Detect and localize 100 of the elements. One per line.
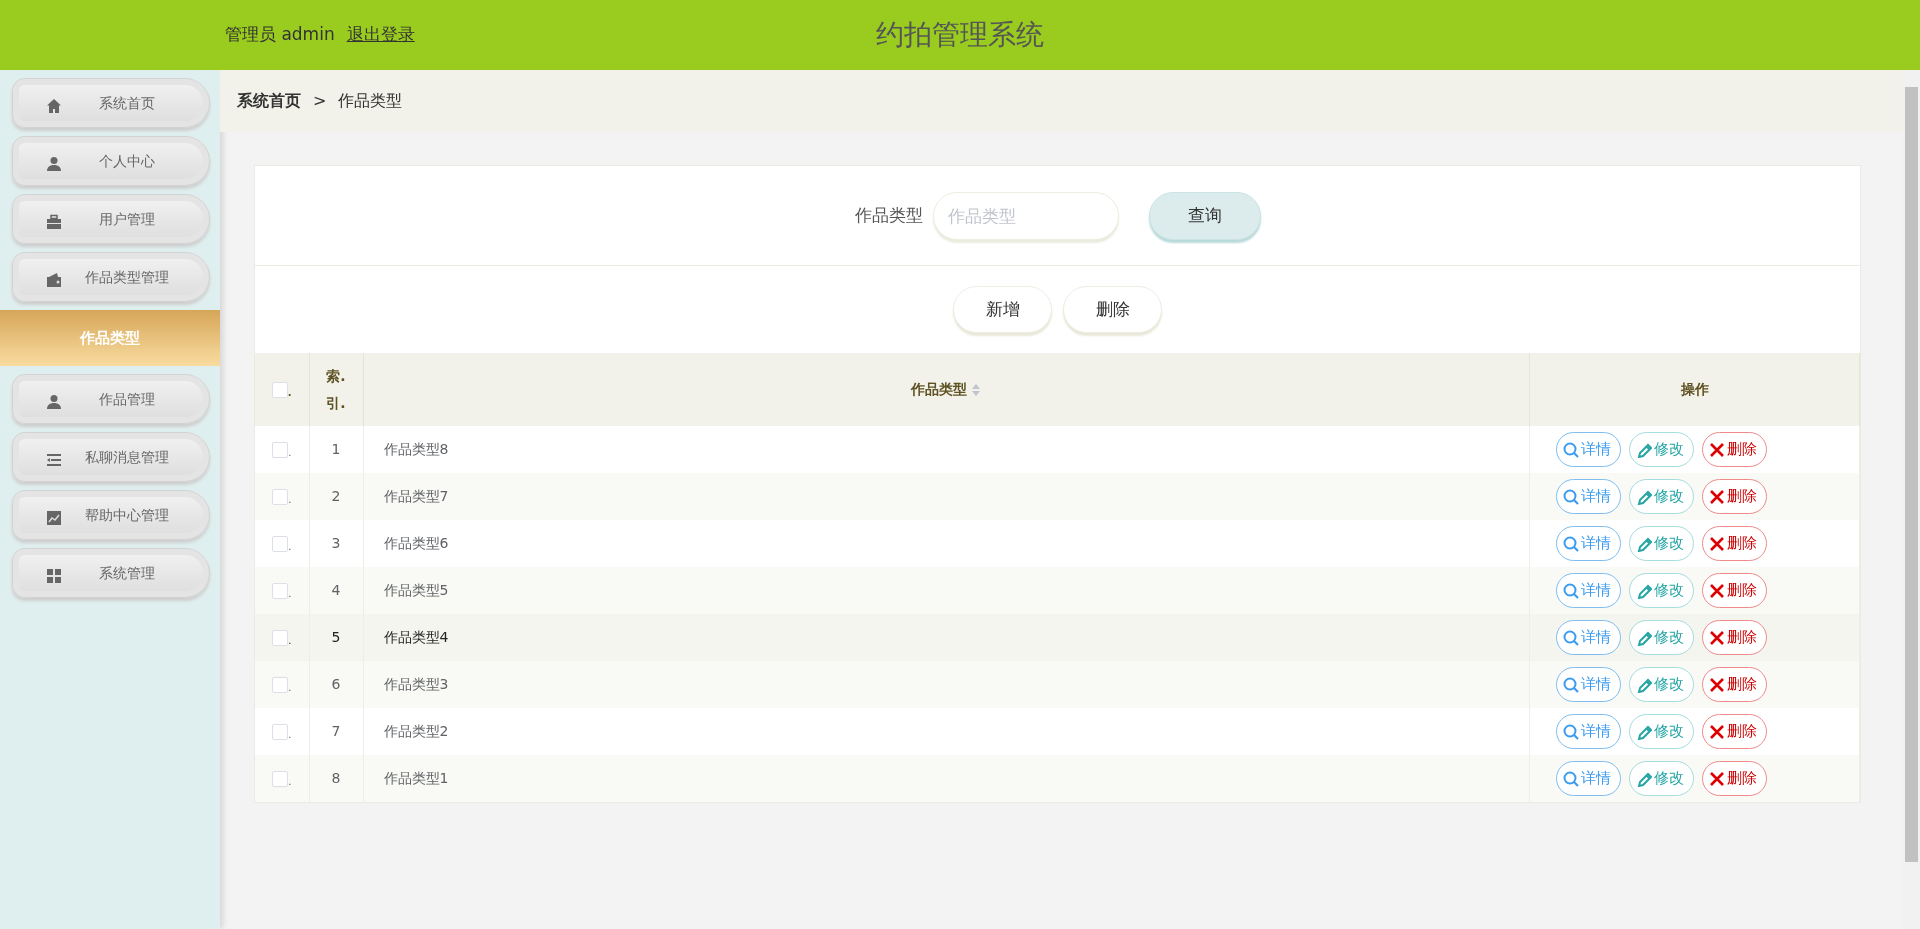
sidebar-item[interactable]: 作品类型管理 bbox=[12, 252, 210, 302]
index-cell: 3 bbox=[331, 535, 341, 551]
detail-button[interactable]: 详情 bbox=[1556, 573, 1621, 608]
detail-button[interactable]: 详情 bbox=[1556, 761, 1621, 796]
pencil-icon bbox=[1636, 770, 1652, 787]
sidebar-item[interactable]: 系统管理 bbox=[12, 548, 210, 598]
edit-button[interactable]: 修改 bbox=[1629, 526, 1694, 561]
detail-button[interactable]: 详情 bbox=[1556, 714, 1621, 749]
search-icon bbox=[1563, 535, 1579, 552]
index-cell: 6 bbox=[331, 676, 341, 692]
scrollbar-thumb[interactable] bbox=[1905, 87, 1918, 862]
delete-button[interactable]: 删除 bbox=[1702, 526, 1767, 561]
row-checkbox[interactable] bbox=[272, 442, 289, 458]
column-header: 操作 bbox=[1680, 381, 1709, 397]
edit-button[interactable]: 修改 bbox=[1629, 714, 1694, 749]
column-header: 索.引. bbox=[325, 366, 347, 413]
breadcrumb-separator: > bbox=[313, 90, 327, 112]
detail-button[interactable]: 详情 bbox=[1556, 479, 1621, 514]
row-checkbox[interactable] bbox=[272, 583, 289, 599]
type-cell: 作品类型2 bbox=[383, 723, 449, 739]
detail-button[interactable]: 详情 bbox=[1556, 620, 1621, 655]
close-icon bbox=[1709, 488, 1725, 505]
close-icon bbox=[1709, 535, 1725, 552]
type-cell: 作品类型1 bbox=[383, 770, 449, 786]
dot-mark: . bbox=[288, 682, 292, 693]
pencil-icon bbox=[1636, 535, 1652, 552]
edit-button[interactable]: 修改 bbox=[1629, 761, 1694, 796]
row-checkbox[interactable] bbox=[272, 677, 289, 693]
edit-button[interactable]: 修改 bbox=[1629, 620, 1694, 655]
logout-link[interactable]: 退出登录 bbox=[346, 22, 415, 48]
pencil-icon bbox=[1636, 676, 1652, 693]
type-cell: 作品类型5 bbox=[383, 582, 449, 598]
edit-button[interactable]: 修改 bbox=[1629, 432, 1694, 467]
sidebar-item[interactable]: 系统首页 bbox=[12, 78, 210, 128]
edit-button[interactable]: 修改 bbox=[1629, 573, 1694, 608]
pencil-icon bbox=[1636, 723, 1652, 740]
detail-button[interactable]: 详情 bbox=[1556, 667, 1621, 702]
type-cell: 作品类型3 bbox=[383, 676, 449, 692]
row-checkbox[interactable] bbox=[272, 724, 289, 740]
type-cell: 作品类型4 bbox=[383, 629, 449, 645]
row-checkbox[interactable] bbox=[272, 536, 289, 552]
close-icon bbox=[1709, 441, 1725, 458]
type-cell: 作品类型7 bbox=[383, 488, 449, 504]
dot-mark: . bbox=[288, 494, 292, 505]
delete-button[interactable]: 删除 bbox=[1702, 432, 1767, 467]
sidebar-item[interactable]: 帮助中心管理 bbox=[12, 490, 210, 540]
dot-mark: . bbox=[288, 541, 292, 552]
pencil-icon bbox=[1636, 629, 1652, 646]
sidebar-item[interactable]: 个人中心 bbox=[12, 136, 210, 186]
delete-button[interactable]: 删除 bbox=[1702, 761, 1767, 796]
search-label: 作品类型 bbox=[854, 203, 923, 227]
search-field[interactable]: 作品类型 bbox=[932, 191, 1119, 240]
delete-button[interactable]: 删除 bbox=[1063, 286, 1162, 333]
delete-button[interactable]: 删除 bbox=[1702, 667, 1767, 702]
breadcrumb-home-link[interactable]: 系统首页 bbox=[237, 89, 301, 113]
close-icon bbox=[1709, 676, 1725, 693]
dot-mark: . bbox=[288, 729, 292, 740]
row-checkbox[interactable] bbox=[272, 771, 289, 787]
dot-mark: . bbox=[288, 447, 292, 458]
index-cell: 7 bbox=[331, 723, 341, 739]
search-icon bbox=[1563, 582, 1579, 599]
select-all-checkbox[interactable] bbox=[271, 382, 288, 398]
index-cell: 8 bbox=[331, 770, 341, 786]
column-header: 作品类型 bbox=[911, 381, 968, 397]
search-icon bbox=[1563, 629, 1579, 646]
index-cell: 5 bbox=[331, 629, 341, 645]
edit-button[interactable]: 修改 bbox=[1629, 667, 1694, 702]
search-icon bbox=[1563, 723, 1579, 740]
dot-mark: . bbox=[288, 776, 292, 787]
query-button[interactable]: 查询 bbox=[1148, 191, 1261, 240]
detail-button[interactable]: 详情 bbox=[1556, 432, 1621, 467]
index-cell: 4 bbox=[331, 582, 341, 598]
type-cell: 作品类型6 bbox=[383, 535, 449, 551]
index-cell: 1 bbox=[331, 441, 341, 457]
close-icon bbox=[1709, 723, 1725, 740]
detail-button[interactable]: 详情 bbox=[1556, 526, 1621, 561]
delete-button[interactable]: 删除 bbox=[1702, 620, 1767, 655]
dot-mark: . bbox=[288, 588, 292, 599]
sidebar-item[interactable]: 用户管理 bbox=[12, 194, 210, 244]
delete-button[interactable]: 删除 bbox=[1702, 479, 1767, 514]
close-icon bbox=[1709, 770, 1725, 787]
pencil-icon bbox=[1636, 582, 1652, 599]
search-icon bbox=[1563, 770, 1579, 787]
edit-button[interactable]: 修改 bbox=[1629, 479, 1694, 514]
delete-button[interactable]: 删除 bbox=[1702, 573, 1767, 608]
row-checkbox[interactable] bbox=[272, 630, 289, 646]
search-icon bbox=[1563, 441, 1579, 458]
index-cell: 2 bbox=[331, 488, 341, 504]
row-checkbox[interactable] bbox=[272, 489, 289, 505]
breadcrumb-current: 作品类型 bbox=[338, 90, 403, 112]
sidebar-item[interactable]: 私聊消息管理 bbox=[12, 432, 210, 482]
sidebar-item[interactable]: 作品管理 bbox=[12, 374, 210, 424]
dot-mark: . bbox=[288, 635, 292, 646]
app-title: 约拍管理系统 bbox=[876, 17, 1044, 53]
close-icon bbox=[1709, 629, 1725, 646]
close-icon bbox=[1709, 582, 1725, 599]
search-icon bbox=[1563, 488, 1579, 505]
add-button[interactable]: 新增 bbox=[953, 286, 1052, 333]
dot-mark: . bbox=[287, 387, 292, 398]
delete-button[interactable]: 删除 bbox=[1702, 714, 1767, 749]
